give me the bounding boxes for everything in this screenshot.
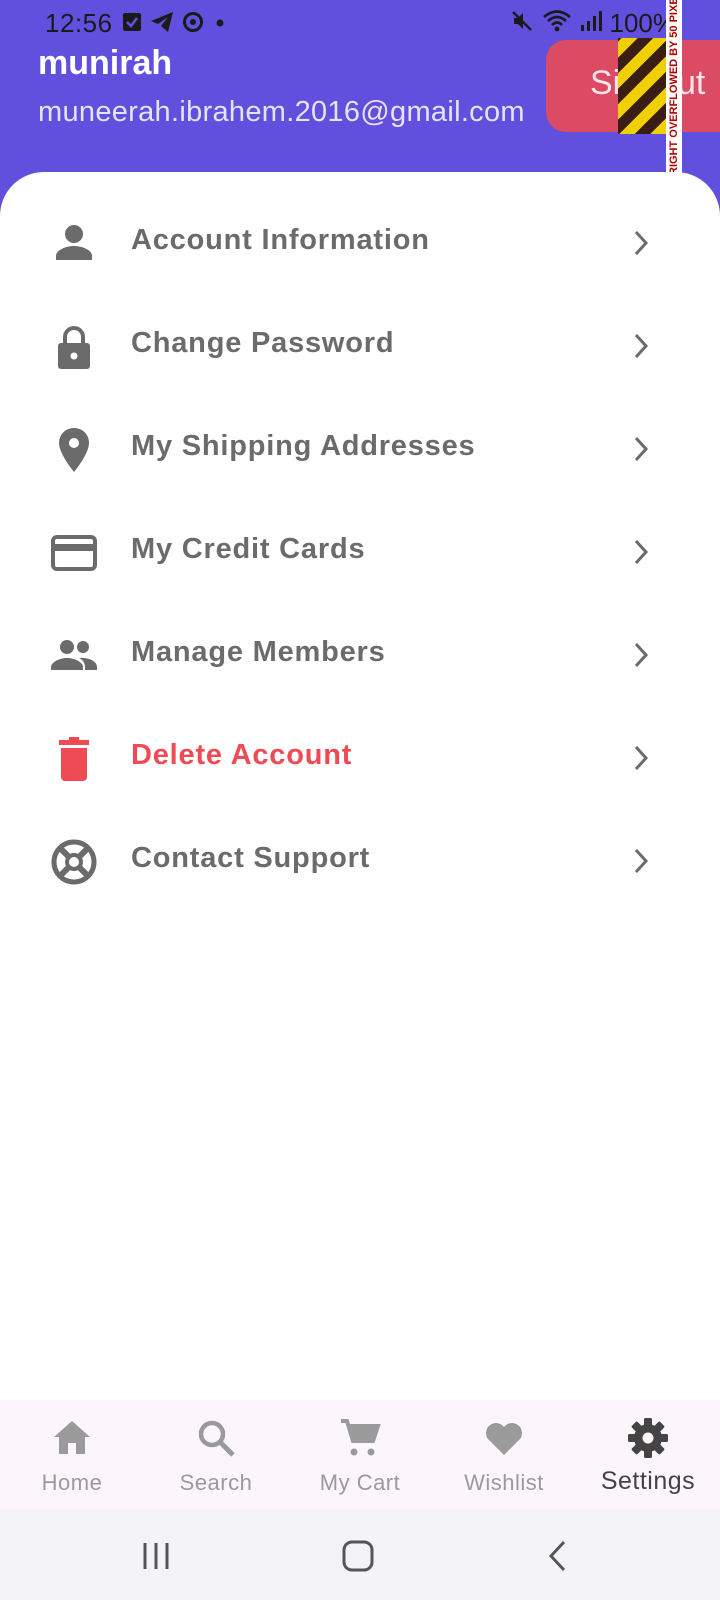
gear-icon — [626, 1416, 670, 1460]
overflow-warning-stripes — [618, 38, 666, 134]
system-navigation-bar — [0, 1510, 720, 1600]
mute-icon — [510, 9, 534, 38]
telegram-icon — [150, 11, 174, 33]
heart-icon — [482, 1416, 526, 1460]
home-icon — [50, 1416, 94, 1460]
status-notification-icons — [122, 11, 228, 33]
bottom-navigation: Home Search My Cart Wishlist Settings — [0, 1400, 720, 1510]
menu-item-shipping-addresses[interactable]: My Shipping Addresses — [0, 398, 720, 498]
signal-icon — [580, 9, 602, 38]
person-icon — [50, 220, 98, 268]
menu-item-contact-support[interactable]: Contact Support — [0, 810, 720, 910]
menu-item-account-information[interactable]: Account Information — [0, 192, 720, 292]
overflow-warning-text: RIGHT OVERFLOWED BY 50 PIXELS — [668, 0, 680, 175]
nav-item-search[interactable]: Search — [144, 1400, 288, 1510]
credit-card-icon — [50, 529, 98, 577]
nav-label-settings: Settings — [600, 1467, 696, 1495]
menu-item-label: Account Information — [131, 224, 430, 256]
menu-item-change-password[interactable]: Change Password — [0, 295, 720, 395]
settings-card: Account Information Change Password My S… — [0, 172, 720, 1400]
checkbox-notification-icon — [122, 11, 142, 33]
menu-item-delete-account[interactable]: Delete Account — [0, 707, 720, 807]
support-icon — [50, 838, 98, 886]
chevron-right-icon — [628, 432, 654, 466]
nav-item-cart[interactable]: My Cart — [288, 1400, 432, 1510]
dot-icon — [212, 11, 228, 33]
menu-item-label: Change Password — [131, 327, 395, 359]
cart-icon — [338, 1416, 382, 1460]
nav-label-home: Home — [41, 1470, 103, 1495]
chevron-right-icon — [628, 638, 654, 672]
nav-item-settings[interactable]: Settings — [576, 1400, 720, 1510]
status-system-icons: 100% — [510, 8, 676, 39]
menu-item-label: Delete Account — [131, 739, 353, 771]
trash-icon — [50, 735, 98, 783]
menu-item-label: My Shipping Addresses — [131, 430, 476, 462]
menu-item-manage-members[interactable]: Manage Members — [0, 604, 720, 704]
wifi-icon — [542, 9, 572, 38]
back-button[interactable] — [544, 1538, 572, 1574]
user-email: muneerah.ibrahem.2016@gmail.com — [38, 96, 525, 128]
nav-label-wishlist: Wishlist — [464, 1470, 544, 1495]
menu-item-label: Manage Members — [131, 636, 386, 668]
user-name: munirah — [38, 44, 173, 82]
chevron-right-icon — [628, 741, 654, 775]
chevron-right-icon — [628, 329, 654, 363]
home-system-button[interactable] — [340, 1538, 376, 1574]
nav-label-cart: My Cart — [319, 1470, 401, 1495]
chevron-right-icon — [628, 844, 654, 878]
nav-item-home[interactable]: Home — [0, 1400, 144, 1510]
sync-icon — [182, 11, 204, 33]
location-pin-icon — [50, 426, 98, 474]
chevron-right-icon — [628, 226, 654, 260]
group-icon — [50, 632, 98, 680]
nav-item-wishlist[interactable]: Wishlist — [432, 1400, 576, 1510]
menu-item-label: Contact Support — [131, 842, 371, 874]
nav-label-search: Search — [179, 1470, 253, 1495]
search-icon — [194, 1416, 238, 1460]
status-time: 12:56 — [45, 8, 113, 38]
menu-item-label: My Credit Cards — [131, 533, 366, 565]
overflow-warning-strip: RIGHT OVERFLOWED BY 50 PIXELS — [666, 0, 682, 175]
menu-item-credit-cards[interactable]: My Credit Cards — [0, 501, 720, 601]
chevron-right-icon — [628, 535, 654, 569]
recent-apps-button[interactable] — [138, 1540, 174, 1572]
lock-icon — [50, 323, 98, 371]
